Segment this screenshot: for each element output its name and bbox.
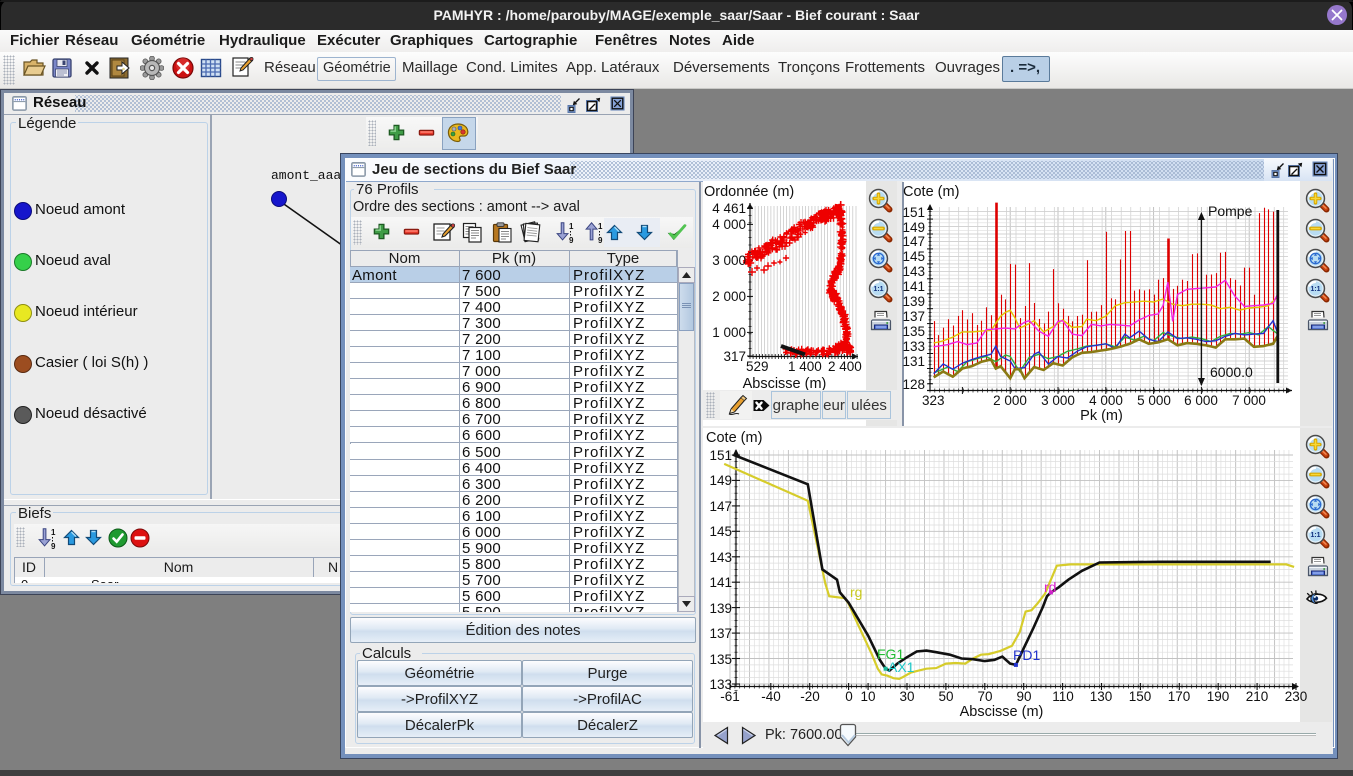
svg-text:1:1: 1:1 <box>1310 532 1320 539</box>
